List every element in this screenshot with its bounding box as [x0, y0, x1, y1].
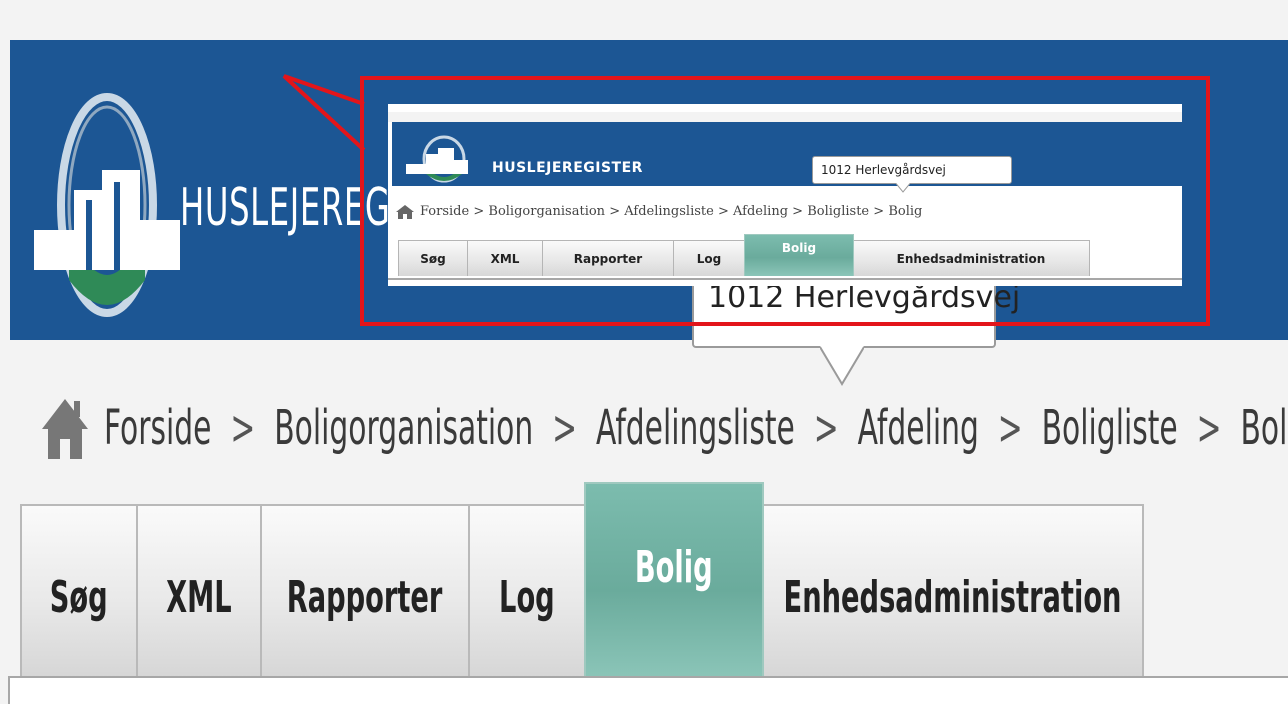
tab-label: Enhedsadministration — [784, 571, 1122, 623]
inset-breadcrumb-item[interactable]: Boligorganisation — [488, 204, 605, 219]
huslejeregister-logo — [34, 93, 180, 317]
inset-brand-name: HUSLEJEREGISTER — [492, 160, 643, 176]
tab-label: Rapporter — [287, 571, 443, 623]
home-icon[interactable] — [40, 395, 90, 461]
inset-breadcrumb: Forside > Boligorganisation > Afdelingsl… — [396, 204, 922, 219]
content-area — [8, 678, 1288, 704]
breadcrumb-item-afdelingsliste[interactable]: Afdelingsliste — [596, 400, 795, 456]
breadcrumb-item-boligorganisation[interactable]: Boligorganisation — [274, 400, 533, 456]
inset-breadcrumb-separator: > — [873, 204, 885, 219]
tab-label: Søg — [50, 571, 108, 623]
tab-enhedsadministration[interactable]: Enhedsadministration — [762, 504, 1144, 678]
tab-label: Log — [499, 571, 555, 623]
breadcrumb-trail: Forside > Boligorganisation > Afdelingsl… — [104, 400, 1288, 456]
inset-tab-bar: Søg XML Rapporter Log Enhedsadministrati… — [388, 234, 1182, 278]
inset-tooltip-tail — [896, 183, 910, 193]
inset-breadcrumb-separator: > — [473, 204, 485, 219]
inset-logo — [406, 135, 468, 183]
breadcrumb-separator: > — [804, 400, 849, 456]
inset-tooltip: 1012 Herlevgårdsvej — [812, 156, 1012, 184]
inset-tab-log[interactable]: Log — [673, 240, 745, 276]
inset-top-strip — [388, 104, 1182, 112]
inset-home-icon[interactable] — [396, 204, 414, 219]
inset-breadcrumb-separator: > — [717, 204, 729, 219]
breadcrumb-item-afdeling[interactable]: Afdeling — [858, 400, 979, 456]
inset-tab-bolig[interactable]: Bolig — [744, 234, 854, 276]
inset-tab-xml[interactable]: XML — [467, 240, 543, 276]
inset-breadcrumb-item[interactable]: Afdelingsliste — [624, 204, 714, 219]
tooltip-tail — [820, 346, 864, 386]
breadcrumb-separator: > — [220, 400, 265, 456]
inset-tab-enhedsadministration[interactable]: Enhedsadministration — [852, 240, 1090, 276]
breadcrumb-item-boligliste[interactable]: Boligliste — [1042, 400, 1178, 456]
tab-label: Bolig — [635, 541, 713, 593]
tab-sog[interactable]: Søg — [20, 504, 138, 678]
inset-top-bar — [388, 112, 1182, 122]
breadcrumb-separator: > — [542, 400, 587, 456]
inset-breadcrumb-item[interactable]: Afdeling — [733, 204, 788, 219]
inset-tab-sog[interactable]: Søg — [398, 240, 468, 276]
inset-content-border — [388, 278, 1182, 280]
tab-log[interactable]: Log — [468, 504, 586, 678]
inset-breadcrumb-item[interactable]: Boligliste — [807, 204, 869, 219]
tab-bolig[interactable]: Bolig — [584, 482, 764, 678]
tab-xml[interactable]: XML — [136, 504, 262, 678]
inset-breadcrumb-item: Bolig — [888, 204, 923, 219]
inset-header — [392, 122, 1182, 186]
breadcrumb-item-bolig: Bolig — [1240, 400, 1288, 456]
inset-breadcrumb-item[interactable]: Forside — [420, 204, 469, 219]
inset-breadcrumb-separator: > — [792, 204, 804, 219]
breadcrumb-item-forside[interactable]: Forside — [104, 400, 211, 456]
tab-label: XML — [166, 571, 232, 623]
tab-rapporter[interactable]: Rapporter — [260, 504, 470, 678]
breadcrumb-separator: > — [1187, 400, 1232, 456]
inset-breadcrumb-separator: > — [609, 204, 621, 219]
breadcrumb-separator: > — [988, 400, 1033, 456]
inset-tab-rapporter[interactable]: Rapporter — [542, 240, 674, 276]
breadcrumb: Forside > Boligorganisation > Afdelingsl… — [40, 388, 1288, 468]
inset-screenshot: HUSLEJEREGISTER 1012 Herlevgårdsvej Fors… — [388, 104, 1182, 286]
